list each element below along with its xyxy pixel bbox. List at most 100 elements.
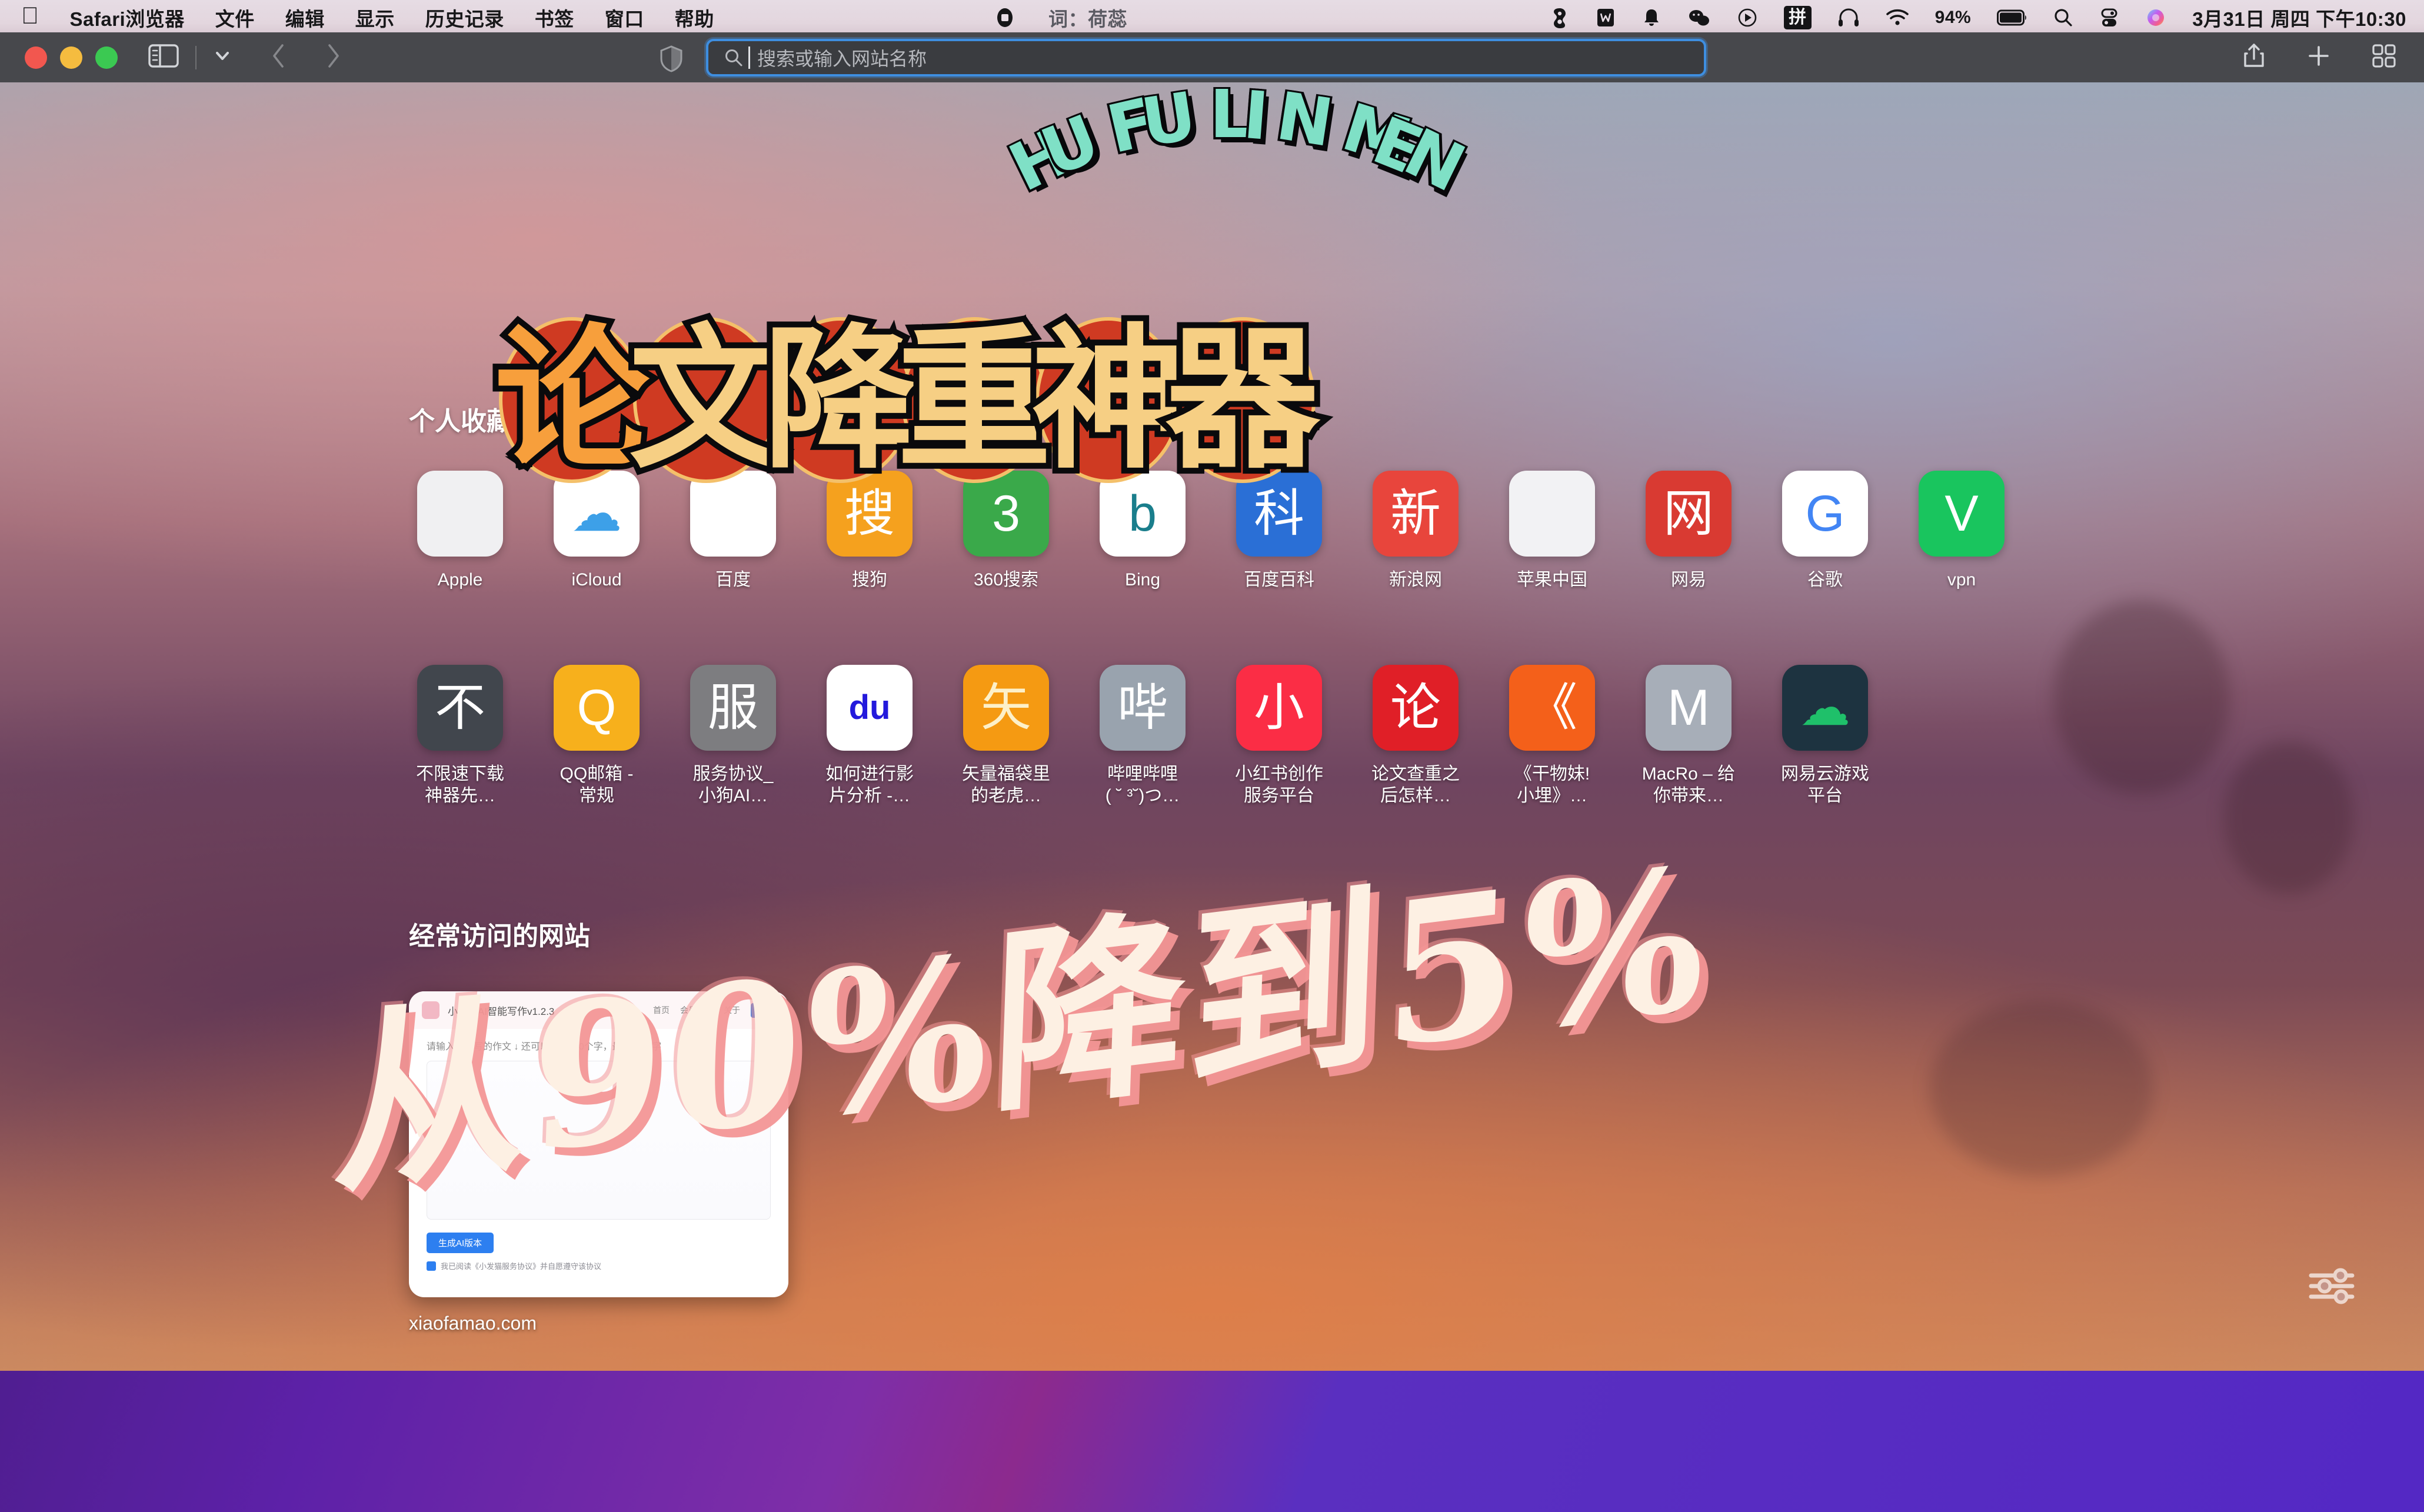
bookmark-tile[interactable]: b Bing: [1074, 471, 1211, 591]
thumb-menu-1: 会员中心: [680, 1005, 713, 1015]
bookmark-label: vpn: [1947, 570, 1976, 590]
bookmark-label: 360搜索: [973, 570, 1039, 590]
bookmark-icon: b: [1100, 471, 1186, 557]
wps-icon[interactable]: [1596, 7, 1616, 28]
bookmark-tile[interactable]: M MacRo – 给 你带来…: [1620, 665, 1757, 807]
thumb-menu-0: 首页: [652, 1005, 670, 1015]
bookmark-tile[interactable]: 服服务协议_ 小狗AI…: [665, 665, 801, 807]
input-method-indicator[interactable]: 拼: [1784, 6, 1812, 29]
menu-item-file[interactable]: 文件: [215, 4, 255, 32]
bookmark-tile[interactable]: 《《干物妹! 小埋》…: [1484, 665, 1620, 807]
bookmark-tile[interactable]: 论论文查重之 后怎样…: [1347, 665, 1484, 807]
bookmark-tile[interactable]: ☁ iCloud: [528, 471, 665, 591]
menu-item-help[interactable]: 帮助: [675, 4, 714, 32]
headphones-icon[interactable]: [1837, 8, 1860, 28]
bookmark-tile[interactable]: Apple: [392, 471, 528, 591]
siri-icon[interactable]: [2145, 7, 2166, 28]
bookmark-tile[interactable]: du 如何进行影 片分析 -…: [801, 665, 938, 807]
bookmark-tile[interactable]: ☁ 网易云游戏 平台: [1757, 665, 1893, 807]
plus-icon[interactable]: [2306, 44, 2331, 71]
close-button[interactable]: [25, 46, 47, 69]
control-center-icon[interactable]: [2099, 8, 2119, 28]
wifi-icon[interactable]: [1886, 8, 1909, 27]
sidebar-toggle-icon[interactable]: [148, 43, 179, 72]
menubar-clock[interactable]: 3月31日 周四 下午10:30: [2192, 4, 2406, 32]
menu-item-history[interactable]: 历史记录: [425, 4, 504, 32]
bookmark-tile[interactable]: 3 360搜索: [938, 471, 1074, 591]
bookmark-label: 新浪网: [1389, 570, 1442, 590]
back-arrow-icon[interactable]: [267, 42, 291, 73]
address-placeholder: 搜索或输入网站名称: [757, 48, 927, 69]
frequent-site-thumbnail[interactable]: 小发猫AI智能写作v1.2.3 首页 会员中心 关于 登录 请输入要改写的作文 …: [409, 991, 788, 1297]
bookmark-tile[interactable]: Vvpn: [1893, 471, 2030, 591]
thumb-hint: 请输入要改写的作文 ↓ 还可以输入600个字，最多8000字: [427, 1042, 662, 1052]
bookmark-tile[interactable]: 科百度百科: [1211, 471, 1347, 591]
battery-percent-label: 94%: [1934, 8, 1972, 27]
bookmark-icon: Q: [554, 665, 640, 751]
bookmark-tile[interactable]: 百度: [665, 471, 801, 591]
menu-item-view[interactable]: 显示: [355, 4, 395, 32]
tree-silhouette: [1930, 1000, 2153, 1177]
bookmark-label: 不限速下载 神器先…: [416, 764, 504, 805]
bookmark-icon: du: [827, 665, 913, 751]
tab-overview-icon[interactable]: [2371, 43, 2397, 72]
frequent-site-tile[interactable]: 小发猫AI智能写作v1.2.3 首页 会员中心 关于 登录 请输入要改写的作文 …: [409, 991, 788, 1334]
address-search-field[interactable]: 搜索或输入网站名称: [706, 39, 1706, 76]
share-icon[interactable]: [2242, 42, 2266, 72]
bookmark-tile[interactable]: 小小红书创作 服务平台: [1211, 665, 1347, 807]
bookmark-label: 如何进行影 片分析 -…: [825, 764, 914, 805]
thumb-title: 小发猫AI智能写作v1.2.3: [448, 1005, 555, 1017]
safari-window: 搜索或输入网站名称 个人收藏 Apple ☁ iCloud 百度 搜搜狗 3 360搜索 b B…: [0, 32, 2424, 1371]
bookmark-tile[interactable]: 苹果中国: [1484, 471, 1620, 591]
thumb-agreement: 我已阅读《小发猫服务协议》并自愿遵守该协议: [427, 1260, 788, 1271]
menu-item-edit[interactable]: 编辑: [285, 4, 325, 32]
search-icon[interactable]: [2053, 8, 2073, 28]
privacy-shield-icon[interactable]: [659, 45, 684, 75]
bookmark-label: QQ邮箱 - 常规: [560, 764, 634, 805]
bookmark-icon: M: [1646, 665, 1732, 751]
stop-square-icon[interactable]: [994, 7, 1015, 28]
bookmark-tile[interactable]: 搜搜狗: [801, 471, 938, 591]
bookmark-tile[interactable]: 新新浪网: [1347, 471, 1484, 591]
favorites-heading: 个人收藏: [409, 407, 512, 436]
bookmark-icon: 网: [1646, 471, 1732, 557]
bell-icon[interactable]: [1641, 7, 1661, 28]
zoom-button[interactable]: [95, 46, 118, 69]
menu-item-bookmarks[interactable]: 书签: [535, 4, 574, 32]
forward-arrow-icon[interactable]: [321, 42, 345, 73]
apple-logo-icon[interactable]: : [21, 4, 39, 31]
bookmark-icon: ☁: [1782, 665, 1868, 751]
bookmark-icon: 小: [1236, 665, 1322, 751]
bookmark-tile[interactable]: 哔哔哩哔哩 ( ˘ ³˘)つ…: [1074, 665, 1211, 807]
sliders-icon[interactable]: [2309, 1268, 2355, 1307]
wechat-icon[interactable]: [1687, 7, 1711, 28]
sogou-icon[interactable]: [1550, 7, 1570, 28]
bookmark-label: Bing: [1124, 570, 1161, 590]
window-traffic-lights: [0, 46, 118, 69]
bookmark-label: 网易云游戏 平台: [1781, 764, 1869, 805]
bookmark-tile[interactable]: Q QQ邮箱 - 常规: [528, 665, 665, 807]
bookmark-icon: V: [1919, 471, 2005, 557]
bookmark-tile[interactable]: G 谷歌: [1757, 471, 1893, 591]
bookmark-tile[interactable]: 不不限速下载 神器先…: [392, 665, 528, 807]
battery-icon[interactable]: [1997, 9, 2027, 26]
bookmark-label: 《干物妹! 小埋》…: [1514, 764, 1590, 805]
bookmark-tile[interactable]: 网网易: [1620, 471, 1757, 591]
minimize-button[interactable]: [60, 46, 82, 69]
bookmark-icon: 不: [417, 665, 503, 751]
bookmark-label: 网易: [1671, 570, 1706, 590]
chevron-down-icon[interactable]: [213, 48, 232, 67]
bookmark-label: MacRo – 给 你带来…: [1641, 764, 1736, 805]
thumb-cta-button: 生成AI版本: [427, 1233, 494, 1253]
bookmark-label: iCloud: [571, 570, 622, 590]
safari-start-page: 个人收藏 Apple ☁ iCloud 百度搜搜狗 3 360搜索 b Bing 科百度百科新新…: [0, 82, 2424, 1371]
bookmark-label: 哔哩哔哩 ( ˘ ³˘)つ…: [1105, 764, 1180, 805]
bookmark-label: 百度百科: [1244, 570, 1314, 590]
bookmark-tile[interactable]: 矢矢量福袋里 的老虎…: [938, 665, 1074, 807]
bookmark-icon: ☁: [554, 471, 640, 557]
play-circle-icon[interactable]: [1737, 7, 1758, 28]
menu-item-safari[interactable]: Safari浏览器: [70, 4, 185, 32]
bookmark-label: 论文查重之 后怎样…: [1371, 764, 1460, 805]
bookmark-icon: 论: [1373, 665, 1459, 751]
menu-item-window[interactable]: 窗口: [605, 4, 644, 32]
